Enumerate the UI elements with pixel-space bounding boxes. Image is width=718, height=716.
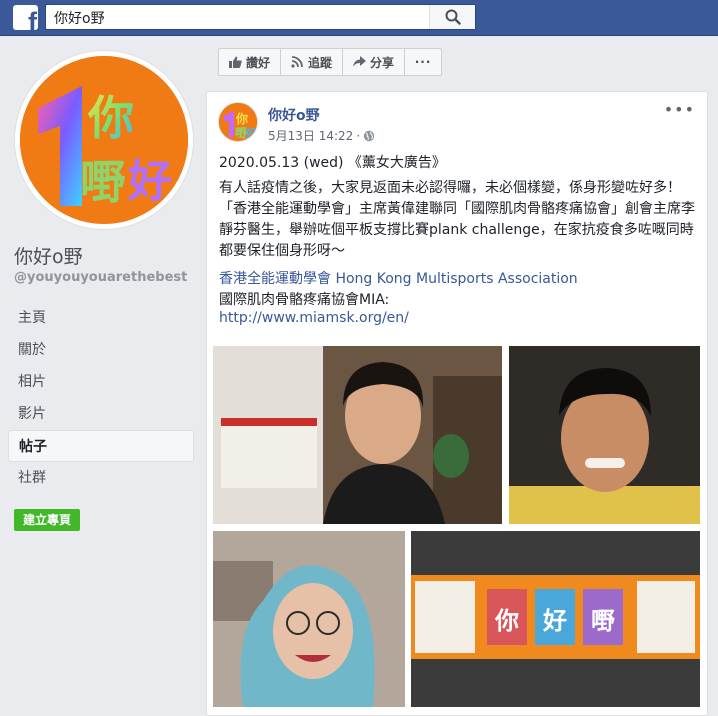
rss-icon xyxy=(291,56,303,68)
svg-text:好: 好 xyxy=(542,607,567,635)
svg-text:好: 好 xyxy=(127,156,172,207)
post-timestamp[interactable]: 5月13日 14:22 xyxy=(268,127,353,144)
post-photo-3[interactable] xyxy=(213,531,405,707)
search-button[interactable] xyxy=(429,5,475,29)
svg-text:嘢: 嘢 xyxy=(80,155,126,209)
left-sidebar: 你 嘢 好 你好o野 @youyouyouarethebest 主頁 關於 相片… xyxy=(0,36,206,716)
svg-text:你: 你 xyxy=(235,111,248,126)
photo-man-smiling xyxy=(509,346,700,524)
top-navigation-bar: f 你好o野 xyxy=(0,0,718,36)
post-link-url[interactable]: http://www.miamsk.org/en/ xyxy=(219,310,409,326)
page-handle[interactable]: @youyouyouarethebest xyxy=(14,270,187,285)
post-author-avatar[interactable]: 你 嘢 好 xyxy=(218,102,258,142)
photo-show-banner: 你 好 嘢 xyxy=(411,531,700,707)
post-photo-1[interactable] xyxy=(213,346,502,524)
svg-text:好: 好 xyxy=(245,126,257,140)
ellipsis-icon: ··· xyxy=(414,55,432,69)
post-meta: 5月13日 14:22 · xyxy=(268,127,375,144)
post-photo-4[interactable]: 你 好 嘢 xyxy=(411,531,700,707)
post-options-button[interactable]: ••• xyxy=(664,100,695,119)
facebook-logo-icon[interactable]: f xyxy=(13,5,38,30)
like-label: 讚好 xyxy=(246,55,271,70)
post-avatar-artwork: 你 嘢 好 xyxy=(219,103,257,141)
nav-item-about[interactable]: 關於 xyxy=(8,334,194,366)
nav-item-home[interactable]: 主頁 xyxy=(8,302,194,334)
svg-text:嘢: 嘢 xyxy=(591,607,615,635)
follow-label: 追蹤 xyxy=(308,55,333,70)
svg-text:你: 你 xyxy=(494,607,519,635)
nav-item-videos[interactable]: 影片 xyxy=(8,398,194,430)
post-text-mia: 國際肌肉骨骼疼痛協會MIA: xyxy=(219,292,390,308)
search-input-value: 你好o野 xyxy=(54,11,105,27)
follow-button[interactable]: 追蹤 xyxy=(280,48,344,76)
nav-item-community[interactable]: 社群 xyxy=(8,462,194,494)
nav-item-posts[interactable]: 帖子 xyxy=(8,430,194,462)
globe-icon xyxy=(363,130,375,141)
search-icon xyxy=(445,9,461,25)
share-label: 分享 xyxy=(370,55,395,70)
photo-woman-conference xyxy=(213,346,502,524)
post-photo-2[interactable] xyxy=(509,346,700,524)
thumbs-up-icon xyxy=(229,56,242,68)
page-navigation: 主頁 關於 相片 影片 帖子 社群 xyxy=(8,302,194,494)
profile-logo-artwork: 你 嘢 好 xyxy=(20,56,188,224)
photo-woman-blue-hair xyxy=(213,531,405,707)
post-body: 有人話疫情之後，大家見返面未必認得囉，未必個樣變，係身形變咗好多！「香港全能運動… xyxy=(219,180,695,259)
post-link-organization[interactable]: 香港全能運動學會 Hong Kong Multisports Associati… xyxy=(219,268,578,288)
nav-item-photos[interactable]: 相片 xyxy=(8,366,194,398)
share-arrow-icon xyxy=(353,56,367,67)
page-name: 你好o野 xyxy=(14,246,83,268)
more-options-button[interactable]: ··· xyxy=(404,48,443,76)
like-button[interactable]: 讚好 xyxy=(218,48,282,76)
search-input[interactable]: 你好o野 xyxy=(45,4,476,30)
share-button[interactable]: 分享 xyxy=(342,48,406,76)
post-author-name[interactable]: 你好o野 xyxy=(268,105,320,125)
create-page-button[interactable]: 建立專頁 xyxy=(14,509,81,531)
page-action-bar: 讚好 追蹤 分享 ··· xyxy=(218,48,443,76)
profile-picture[interactable]: 你 嘢 好 xyxy=(14,50,194,230)
post-title: 2020.05.13 (wed) 《薰女大廣告》 xyxy=(219,155,446,171)
svg-text:你: 你 xyxy=(87,91,134,145)
